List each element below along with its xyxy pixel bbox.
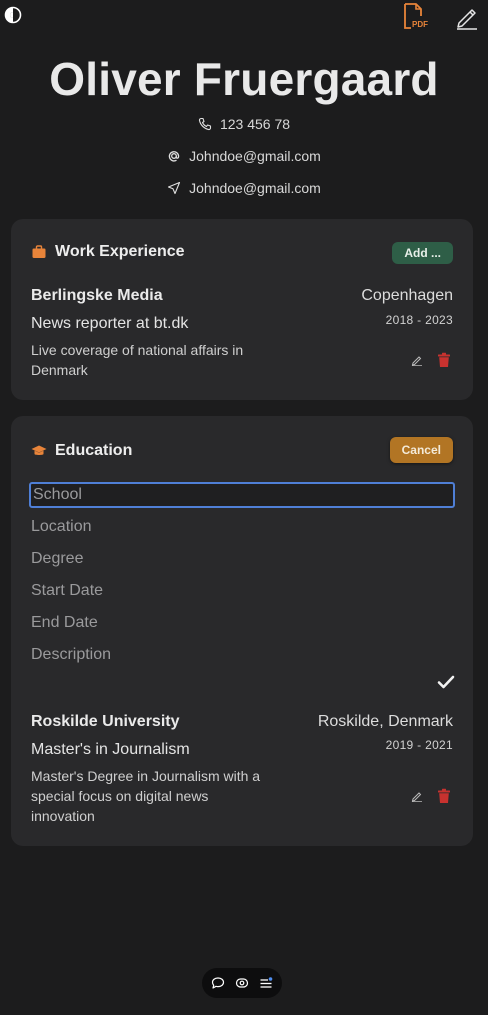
work-experience-card: Work Experience Add ... Berlingske Media… [11,219,473,400]
education-header: Education [31,442,132,460]
contact-email: Johndoe@gmail.com [0,148,488,164]
work-title: Work Experience [55,243,185,260]
graduation-cap-icon [31,445,47,455]
edit-work-icon[interactable] [411,354,423,366]
contact-location: Johndoe@gmail.com [0,180,488,196]
person-name: Oliver Fruergaard [49,53,439,105]
comment-icon[interactable] [211,976,225,990]
end-date-input[interactable] [29,610,455,636]
work-company: Berlingske Media [31,287,163,304]
phone-text: 123 456 78 [219,116,291,132]
confirm-check-icon[interactable] [437,675,455,689]
pdf-file-icon: PDF [404,3,428,29]
phone-icon [198,117,212,131]
education-degree: Master's in Journalism [31,741,190,758]
education-title: Education [55,442,133,459]
degree-input[interactable] [29,546,455,572]
theme-toggle-icon[interactable] [4,6,22,24]
preview-eye-icon[interactable] [235,976,249,990]
edit-mode-button[interactable] [454,4,480,30]
work-description: Live coverage of national affairs in Den… [31,342,244,378]
education-school: Roskilde University [31,713,180,730]
pdf-download-button[interactable]: PDF [402,2,430,30]
cancel-education-button[interactable]: Cancel [389,437,453,463]
delete-education-icon[interactable] [437,788,451,804]
work-header: Work Experience [31,243,185,261]
briefcase-icon [32,245,46,258]
bottom-toolbar [202,968,282,998]
education-card: Education Cancel Roskilde University Ros… [11,416,473,846]
contact-phone: 123 456 78 [0,116,488,132]
at-sign-icon [168,151,180,162]
menu-list-icon[interactable] [259,976,273,990]
location-input[interactable] [29,514,455,540]
work-role: News reporter at bt.dk [31,315,189,332]
send-arrow-icon [168,181,181,195]
education-location: Roskilde, Denmark [317,713,453,730]
edit-education-icon[interactable] [411,790,423,802]
delete-work-icon[interactable] [437,352,451,368]
school-input[interactable] [29,482,455,508]
start-date-input[interactable] [29,578,455,604]
work-dates: 2018 - 2023 [385,313,453,327]
education-dates: 2019 - 2021 [385,738,453,752]
pencil-icon [457,9,477,30]
add-work-button[interactable]: Add ... [392,242,453,264]
description-input[interactable] [29,642,455,668]
pdf-label: PDF [412,20,428,29]
work-location: Copenhagen [361,287,453,304]
email-text: Johndoe@gmail.com [189,148,321,164]
education-description: Master's Degree in Journalism with a spe… [31,768,261,824]
location-contact-text: Johndoe@gmail.com [189,180,321,196]
